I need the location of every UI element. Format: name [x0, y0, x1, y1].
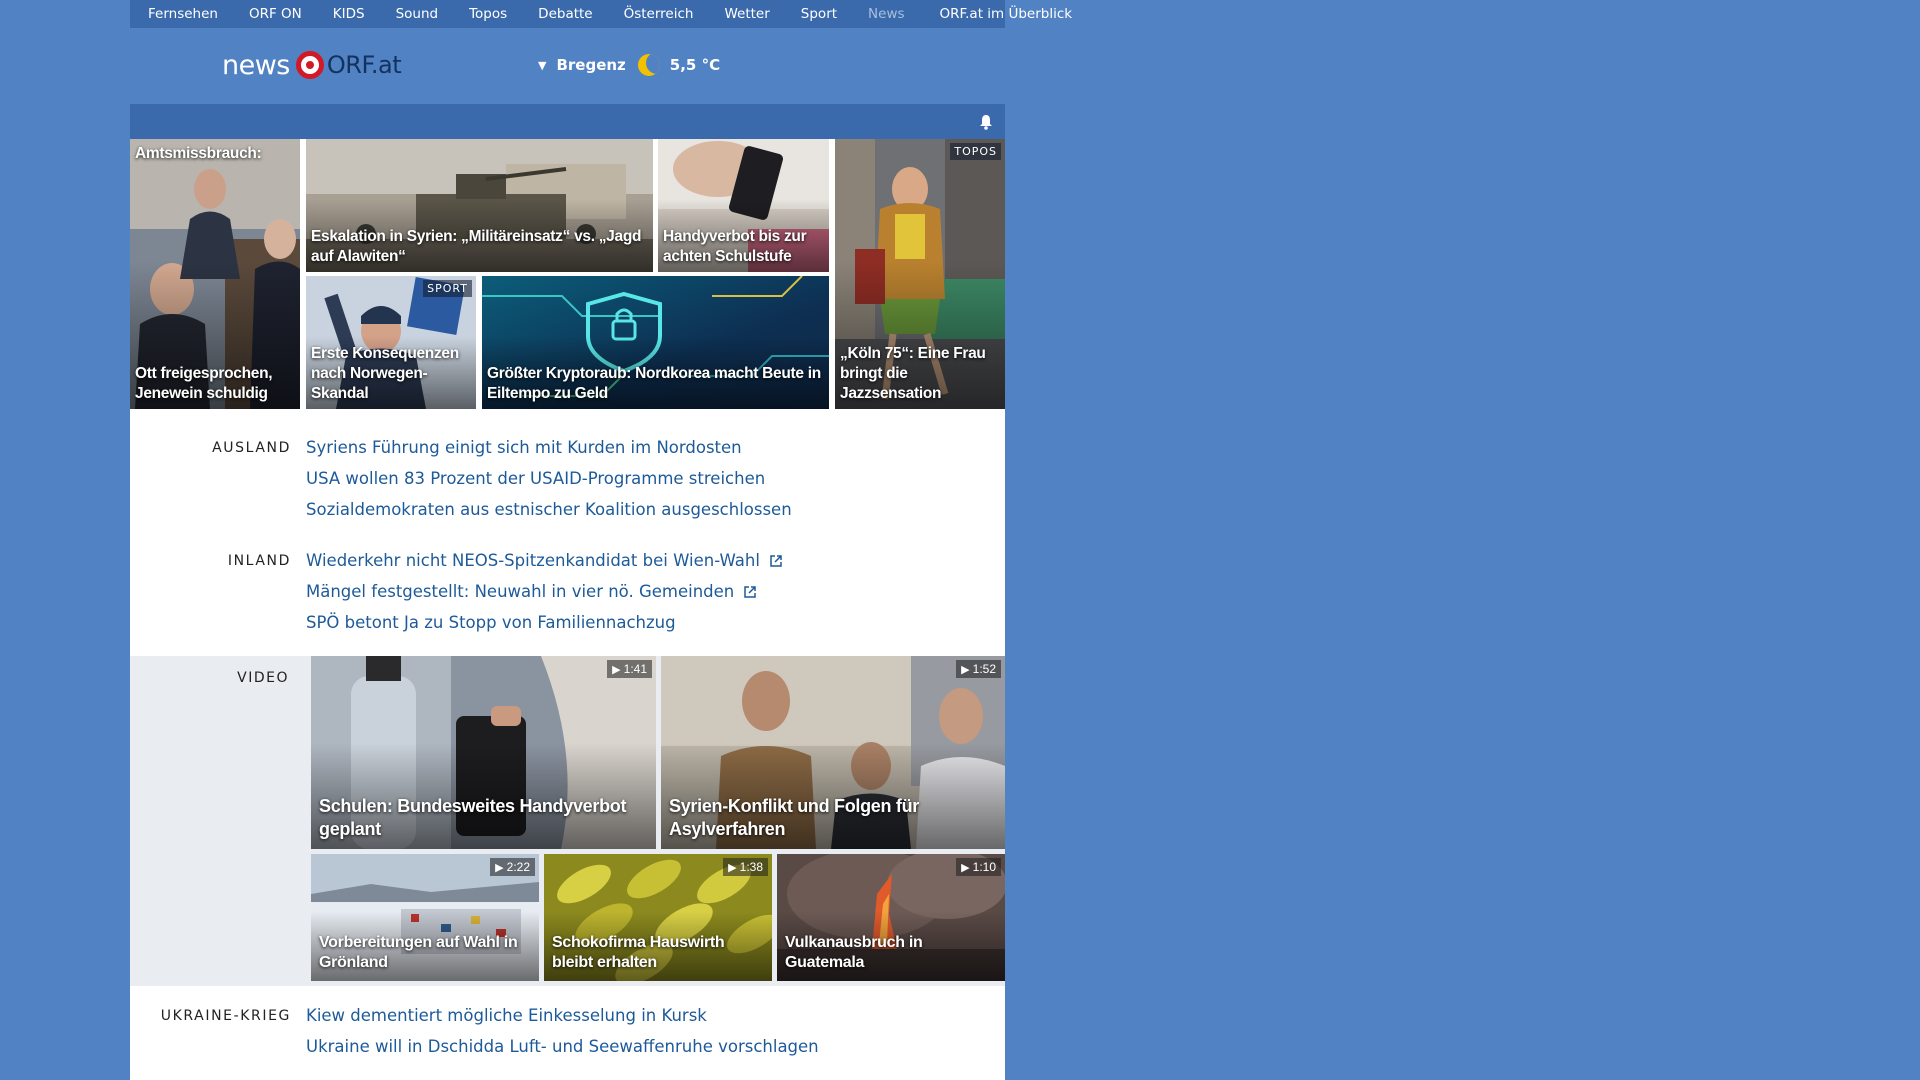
video-duration: 1:10 — [956, 858, 1001, 876]
headline-list: Wiederkehr nicht NEOS-Spitzenkandidat be… — [306, 545, 783, 638]
main-column: Amtsmissbrauch: Ott freigesprochen, Jene… — [130, 104, 1005, 1080]
section-video: VIDEO 1:41 Schulen: Bundesweites Handyve… — [130, 656, 1005, 986]
teaser-caption: Eskalation in Syrien: „Militäreinsatz“ v… — [311, 228, 642, 265]
nav-orf-on[interactable]: ORF ON — [249, 6, 302, 22]
external-link-icon — [770, 554, 782, 567]
video-caption: Vorbereitungen auf Wahl in Grönland — [319, 934, 518, 971]
headline-link[interactable]: Sozialdemokraten aus estnischer Koalitio… — [306, 494, 792, 525]
video-tile-schokofirma[interactable]: 1:38 Schokofirma Hauswirth bleibt erhalt… — [544, 854, 772, 981]
weather-location[interactable]: Bregenz — [556, 56, 625, 74]
video-caption: Vulkanausbruch in Guatemala — [785, 934, 923, 971]
video-tile-syrien-konflikt[interactable]: 1:52 Syrien-Konflikt und Folgen für Asyl… — [661, 656, 1005, 849]
teaser-caption: „Köln 75“: Eine Frau bringt die Jazzsens… — [840, 345, 986, 402]
video-tile-vulkanausbruch[interactable]: 1:10 Vulkanausbruch in Guatemala — [777, 854, 1005, 981]
weather-widget[interactable]: ▼ Bregenz 5,5 °C — [538, 52, 720, 78]
dropdown-triangle-icon[interactable]: ▼ — [538, 59, 546, 72]
headline-link[interactable]: USA wollen 83 Prozent der USAID-Programm… — [306, 463, 792, 494]
teaser-caption-top: Amtsmissbrauch: — [135, 145, 262, 162]
nav-overview[interactable]: ORF.at im Überblick — [940, 6, 1073, 22]
teaser-tile-norwegen[interactable]: SPORT Erste Konsequenzen nach Norwegen-S… — [306, 276, 476, 409]
section-label: AUSLAND — [212, 440, 291, 456]
moon-icon — [637, 54, 660, 76]
logo-orf-text: ORF.at — [326, 51, 402, 79]
video-caption: Schokofirma Hauswirth bleibt erhalten — [552, 934, 725, 971]
nav-oesterreich[interactable]: Österreich — [624, 6, 694, 22]
video-caption: Syrien-Konflikt und Folgen für Asylverfa… — [669, 796, 919, 839]
section-inland: INLAND Wiederkehr nicht NEOS-Spitzenkand… — [130, 545, 1005, 645]
section-label: VIDEO — [237, 670, 289, 686]
section-bar — [130, 104, 1005, 139]
nav-kids[interactable]: KIDS — [333, 6, 365, 22]
weather-temperature: 5,5 °C — [669, 56, 721, 74]
headline-text[interactable]: Mängel festgestellt: Neuwahl in vier nö.… — [306, 582, 734, 601]
section-label: UKRAINE-KRIEG — [160, 1008, 291, 1024]
bell-icon[interactable] — [979, 114, 993, 130]
headline-link[interactable]: Kiew dementiert mögliche Einkesselung in… — [306, 1000, 819, 1031]
teaser-tile-handyverbot[interactable]: Handyverbot bis zur achten Schulstufe — [658, 139, 829, 272]
video-caption: Schulen: Bundesweites Handyverbot geplan… — [319, 796, 627, 839]
teaser-tile-koeln75[interactable]: TOPOS „Köln 75“: Eine Frau bringt die Ja… — [835, 139, 1005, 409]
video-tile-groenland[interactable]: 2:22 Vorbereitungen auf Wahl in Grönland — [311, 854, 539, 981]
nav-news[interactable]: News — [868, 6, 904, 22]
nav-wetter[interactable]: Wetter — [724, 6, 769, 22]
section-label: INLAND — [227, 553, 291, 569]
headline-link[interactable]: Ukraine will in Dschidda Luft- und Seewa… — [306, 1031, 819, 1062]
teaser-caption: Ott freigesprochen, Jenewein schuldig — [135, 365, 273, 402]
video-duration: 2:22 — [490, 858, 535, 876]
headline-link[interactable]: Syriens Führung einigt sich mit Kurden i… — [306, 432, 792, 463]
teaser-caption: Größter Kryptoraub: Nordkorea macht Beut… — [487, 365, 821, 402]
section-ukraine-krieg: UKRAINE-KRIEG Kiew dementiert mögliche E… — [130, 1000, 1005, 1070]
teaser-caption: Erste Konsequenzen nach Norwegen-Skandal — [311, 345, 459, 402]
logo-news-text: news — [222, 49, 290, 81]
headline-text[interactable]: Wiederkehr nicht NEOS-Spitzenkandidat be… — [306, 551, 760, 570]
nav-sport[interactable]: Sport — [801, 6, 837, 22]
site-logo[interactable]: news ORF.at — [222, 48, 402, 82]
video-duration: 1:38 — [723, 858, 768, 876]
nav-sound[interactable]: Sound — [396, 6, 439, 22]
headline-link-external[interactable]: Wiederkehr nicht NEOS-Spitzenkandidat be… — [306, 545, 783, 576]
video-duration: 1:52 — [956, 660, 1001, 678]
category-tag: SPORT — [423, 280, 472, 297]
teaser-tile-kryptoraub[interactable]: Größter Kryptoraub: Nordkorea macht Beut… — [482, 276, 829, 409]
nav-fernsehen[interactable]: Fernsehen — [148, 6, 218, 22]
nav-topos[interactable]: Topos — [469, 6, 507, 22]
section-ausland: AUSLAND Syriens Führung einigt sich mit … — [130, 432, 1005, 532]
nav-debatte[interactable]: Debatte — [538, 6, 592, 22]
category-tag: TOPOS — [950, 143, 1001, 160]
headline-link-external[interactable]: Mängel festgestellt: Neuwahl in vier nö.… — [306, 576, 783, 607]
external-link-icon — [744, 585, 757, 598]
teaser-tile-amtsmissbrauch[interactable]: Amtsmissbrauch: Ott freigesprochen, Jene… — [130, 139, 300, 409]
teaser-tile-syrien[interactable]: Eskalation in Syrien: „Militäreinsatz“ v… — [306, 139, 653, 272]
headline-link[interactable]: SPÖ betont Ja zu Stopp von Familiennachz… — [306, 607, 783, 638]
video-duration: 1:41 — [607, 660, 652, 678]
headline-list: Kiew dementiert mögliche Einkesselung in… — [306, 1000, 819, 1062]
video-tile-handyverbot[interactable]: 1:41 Schulen: Bundesweites Handyverbot g… — [311, 656, 656, 849]
teaser-caption: Handyverbot bis zur achten Schulstufe — [663, 228, 807, 265]
top-navigation: Fernsehen ORF ON KIDS Sound Topos Debatt… — [130, 0, 1072, 28]
orf-eye-icon — [295, 51, 324, 79]
headline-list: Syriens Führung einigt sich mit Kurden i… — [306, 432, 792, 525]
